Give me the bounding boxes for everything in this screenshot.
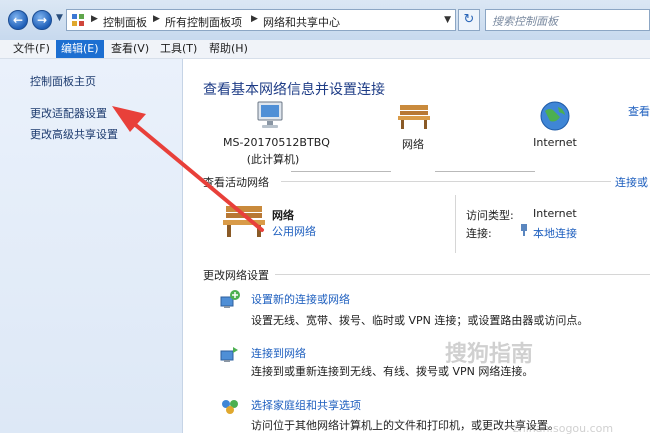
- sidebar-item-advanced-sharing[interactable]: 更改高级共享设置: [30, 126, 118, 142]
- map-connector-line: [291, 171, 391, 172]
- control-panel-icon: [72, 14, 84, 26]
- forward-button[interactable]: →: [32, 10, 52, 30]
- task-setup-connection-link[interactable]: 设置新的连接或网络: [251, 291, 350, 307]
- main-panel: 查看基本网络信息并设置连接 查看 MS-20170512BTBQ (此计算机) …: [183, 59, 650, 435]
- access-type-label: 访问类型:: [466, 209, 514, 222]
- forward-arrow-icon: →: [36, 13, 48, 27]
- breadcrumb-network-center[interactable]: 网络和共享中心: [263, 14, 340, 30]
- access-type-value: Internet: [533, 207, 577, 220]
- vertical-divider: [455, 195, 456, 253]
- network-bench-icon: [223, 206, 265, 237]
- internet-label: Internet: [533, 136, 577, 149]
- watermark-url: zhinan.sogou.com: [513, 422, 614, 435]
- breadcrumb-separator-icon: ▶: [153, 14, 160, 24]
- address-dropdown-icon[interactable]: ▼: [444, 15, 451, 25]
- breadcrumb-control-panel[interactable]: 控制面板: [103, 14, 147, 30]
- page-title: 查看基本网络信息并设置连接: [203, 82, 385, 98]
- connect-or-disconnect-link[interactable]: 连接或: [615, 174, 648, 190]
- menu-tools[interactable]: 工具(T): [155, 40, 202, 58]
- map-connector-line: [435, 171, 535, 172]
- ethernet-icon: [521, 224, 527, 236]
- recent-pages-dropdown-icon[interactable]: ▼: [56, 13, 63, 23]
- active-network-name: 网络: [272, 209, 294, 222]
- globe-icon: [540, 101, 570, 131]
- sidebar-item-control-panel-home[interactable]: 控制面板主页: [30, 73, 96, 89]
- address-field[interactable]: ▶ 控制面板 ▶ 所有控制面板项 ▶ 网络和共享中心 ▼: [66, 9, 456, 31]
- computer-subtitle: (此计算机): [246, 153, 300, 166]
- menu-bar: 文件(F) 编辑(E) 查看(V) 工具(T) 帮助(H): [0, 40, 650, 59]
- watermark-text: 搜狗指南: [445, 342, 534, 367]
- menu-edit[interactable]: 编辑(E): [56, 40, 104, 58]
- section-divider: [275, 274, 650, 275]
- change-settings-heading: 更改网络设置: [203, 269, 269, 282]
- menu-view[interactable]: 查看(V): [106, 40, 154, 58]
- bench-icon: [398, 105, 430, 129]
- new-connection-icon: [220, 290, 240, 308]
- breadcrumb-all-items[interactable]: 所有控制面板项: [165, 14, 242, 30]
- connect-network-icon: [220, 347, 238, 362]
- task-setup-connection-desc: 设置无线、宽带、拨号、临时或 VPN 连接；或设置路由器或访问点。: [251, 314, 589, 327]
- task-homegroup-link[interactable]: 选择家庭组和共享选项: [251, 397, 361, 413]
- section-divider: [281, 181, 611, 182]
- back-button[interactable]: ←: [8, 10, 28, 30]
- task-connect-network-link[interactable]: 连接到网络: [251, 345, 306, 361]
- active-networks-heading: 查看活动网络: [203, 176, 269, 189]
- connections-label: 连接:: [466, 227, 492, 240]
- menu-help[interactable]: 帮助(H): [204, 40, 253, 58]
- breadcrumb-separator-icon: ▶: [251, 14, 258, 24]
- refresh-button[interactable]: ↻: [458, 9, 480, 31]
- computer-name: MS-20170512BTBQ: [223, 136, 330, 149]
- view-full-map-link[interactable]: 查看: [628, 103, 650, 119]
- homegroup-icon: [222, 400, 238, 414]
- computer-icon: [257, 101, 283, 128]
- sidebar: 控制面板主页 更改适配器设置 更改高级共享设置: [0, 59, 183, 433]
- address-toolbar: ← → ▼ ▶ 控制面板 ▶ 所有控制面板项 ▶ 网络和共享中心 ▼ ↻ 搜索控…: [0, 0, 650, 41]
- network-type-link[interactable]: 公用网络: [272, 223, 316, 239]
- back-arrow-icon: ←: [12, 13, 24, 27]
- local-connection-link[interactable]: 本地连接: [533, 225, 577, 241]
- menu-file[interactable]: 文件(F): [8, 40, 55, 58]
- sidebar-item-change-adapter-settings[interactable]: 更改适配器设置: [30, 105, 107, 121]
- search-input[interactable]: 搜索控制面板: [485, 9, 650, 31]
- network-label: 网络: [402, 138, 424, 151]
- breadcrumb-separator-icon: ▶: [91, 14, 98, 24]
